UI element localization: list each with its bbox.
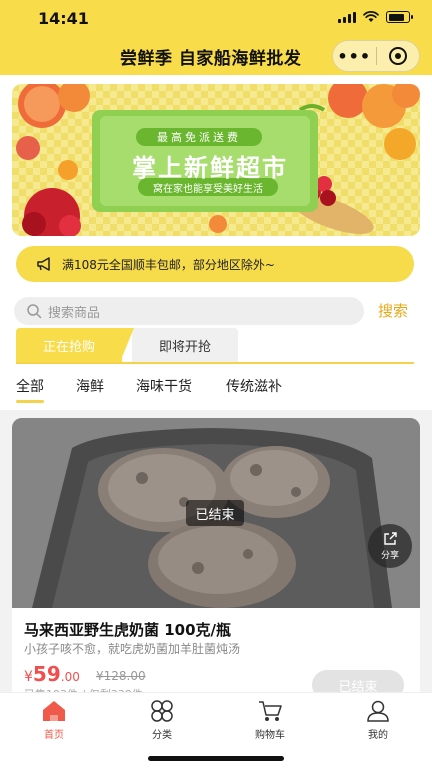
tab-home[interactable]: 首页 — [14, 699, 94, 741]
page-title: 尝鲜季 自家船海鲜批发 — [120, 49, 302, 69]
banner-subline: 窝在家也能享受美好生活 — [153, 184, 263, 195]
status-icons — [338, 11, 413, 23]
tab-category-label: 分类 — [152, 730, 172, 741]
product-card[interactable]: 已结束 分享 马来西亚野生虎奶菌 100克/瓶 小孩子咳不愈，就吃虎奶菌加羊肚菌… — [12, 418, 420, 708]
user-icon — [367, 700, 389, 722]
tab-home-label: 首页 — [44, 730, 64, 741]
tab-cart[interactable]: 购物车 — [230, 699, 310, 741]
product-price: ¥ 59 .00 — [24, 662, 80, 686]
target-icon — [388, 47, 407, 65]
status-time: 14:41 — [38, 9, 89, 28]
tab-on-sale[interactable]: 正在抢购 — [16, 328, 122, 362]
original-price: ¥128.00 — [96, 669, 146, 683]
category-all[interactable]: 全部 — [16, 376, 44, 396]
tab-cart-label: 购物车 — [255, 730, 285, 741]
ended-badge: 已结束 — [186, 500, 244, 526]
sale-tabs: 即将开抢 正在抢购 — [16, 328, 414, 364]
status-bar: 14:41 — [0, 0, 432, 36]
share-icon — [384, 532, 397, 545]
notice-text: 满108元全国顺丰包邮，部分地区除外~ — [62, 257, 275, 272]
megaphone-icon — [37, 257, 50, 271]
tab-upcoming[interactable]: 即将开抢 — [132, 328, 238, 362]
wifi-icon — [363, 11, 379, 22]
close-program-button[interactable] — [376, 47, 419, 65]
category-tonics[interactable]: 传统滋补 — [226, 376, 282, 396]
cart-icon — [259, 701, 282, 721]
mini-program-capsule: ••• — [332, 40, 420, 72]
product-description: 小孩子咳不愈，就吃虎奶菌加羊肚菌炖汤 — [24, 642, 241, 656]
home-indicator — [148, 756, 284, 761]
category-seafood[interactable]: 海鲜 — [76, 376, 104, 396]
category-tabs: 全部 海鲜 海味干货 传统滋补 — [0, 372, 432, 406]
tab-mine[interactable]: 我的 — [338, 699, 418, 741]
category-icon — [151, 700, 173, 722]
search-icon — [27, 304, 42, 319]
shipping-notice: 满108元全国顺丰包邮，部分地区除外~ — [16, 246, 414, 282]
search-button[interactable]: 搜索 — [378, 300, 408, 321]
banner-headline: 掌上新鲜超市 — [132, 154, 288, 182]
price-symbol: ¥ — [24, 669, 33, 685]
share-button[interactable]: 分享 — [368, 524, 412, 568]
search-input[interactable]: 搜索商品 — [48, 302, 100, 321]
tab-wedge — [120, 328, 134, 362]
promo-banner[interactable]: 最高免派送费 掌上新鲜超市 窝在家也能享受美好生活 — [12, 84, 420, 236]
price-integer: 59 — [32, 662, 61, 686]
product-name: 马来西亚野生虎奶菌 100克/瓶 — [24, 621, 232, 639]
banner-tagline: 最高免派送费 — [157, 131, 241, 144]
home-icon — [43, 701, 65, 721]
price-decimal: .00 — [60, 670, 80, 684]
tab-category[interactable]: 分类 — [122, 699, 202, 741]
tab-mine-label: 我的 — [368, 730, 388, 741]
category-dried-seafood[interactable]: 海味干货 — [136, 376, 192, 396]
category-indicator — [16, 400, 44, 403]
search-field[interactable]: 搜索商品 — [14, 297, 364, 325]
battery-icon — [386, 11, 413, 23]
share-label: 分享 — [380, 551, 399, 561]
signal-icon — [338, 11, 356, 23]
more-menu-button[interactable]: ••• — [333, 47, 376, 66]
product-image: 已结束 分享 — [12, 418, 420, 608]
